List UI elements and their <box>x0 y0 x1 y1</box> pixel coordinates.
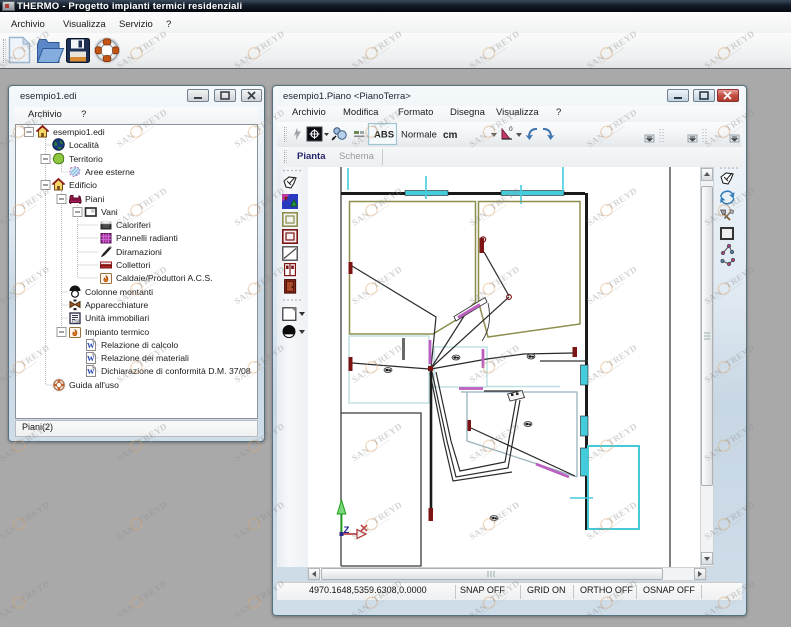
svg-text:Normale: Normale <box>401 130 437 141</box>
svg-text:0: 0 <box>509 126 513 133</box>
svg-text:W: W <box>87 367 95 376</box>
svg-text:ABS: ABS <box>374 130 394 141</box>
svg-text:cm: cm <box>443 130 458 141</box>
svg-text:W: W <box>87 341 95 350</box>
svg-text:W: W <box>87 354 95 363</box>
svg-text:PSI: PSI <box>72 319 79 324</box>
